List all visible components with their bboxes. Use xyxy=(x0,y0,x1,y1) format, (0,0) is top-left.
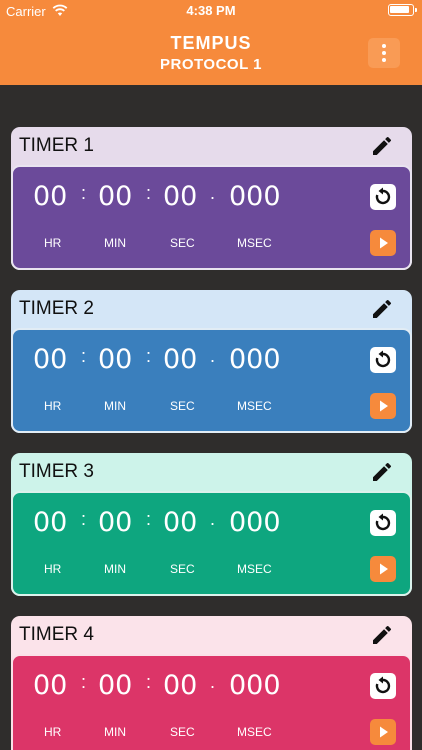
play-icon xyxy=(380,563,388,575)
minutes-value: 00 xyxy=(98,344,133,375)
reset-button[interactable] xyxy=(370,347,396,373)
hours-value: 00 xyxy=(33,507,68,538)
reset-icon xyxy=(375,187,391,205)
timer-title: TIMER 1 xyxy=(19,135,94,156)
separator: : xyxy=(81,672,87,692)
timer-face: 00 : 00 : 00 . 000 HR MIN SEC MSEC xyxy=(11,491,412,596)
timer-face: 00 : 00 : 00 . 000 HR MIN SEC MSEC xyxy=(11,328,412,433)
more-vertical-dot xyxy=(382,58,386,62)
separator: : xyxy=(81,509,87,529)
separator: . xyxy=(210,346,216,366)
hours-label: HR xyxy=(44,562,62,576)
timer-title: TIMER 2 xyxy=(19,298,94,319)
milliseconds-label: MSEC xyxy=(237,725,272,739)
more-menu-button[interactable] xyxy=(368,38,400,68)
seconds-value: 00 xyxy=(163,181,198,212)
hours-label: HR xyxy=(44,236,62,250)
timer-title: TIMER 3 xyxy=(19,461,94,482)
milliseconds-label: MSEC xyxy=(237,236,272,250)
separator: . xyxy=(210,672,216,692)
hours-value: 00 xyxy=(33,670,68,701)
reset-icon xyxy=(375,513,391,531)
play-button[interactable] xyxy=(370,719,396,745)
seconds-label: SEC xyxy=(170,236,195,250)
separator: : xyxy=(81,183,87,203)
seconds-label: SEC xyxy=(170,562,195,576)
play-icon xyxy=(380,400,388,412)
status-time: 4:38 PM xyxy=(186,3,236,18)
minutes-value: 00 xyxy=(98,507,133,538)
minutes-label: MIN xyxy=(104,562,126,576)
separator: : xyxy=(146,346,152,366)
seconds-label: SEC xyxy=(170,725,195,739)
milliseconds-value: 000 xyxy=(229,507,281,538)
separator: . xyxy=(210,509,216,529)
reset-icon xyxy=(375,350,391,368)
edit-pencil-icon[interactable] xyxy=(370,297,394,321)
status-bar: Carrier 4:38 PM xyxy=(0,0,422,22)
separator: : xyxy=(146,183,152,203)
more-vertical-dot xyxy=(382,51,386,55)
seconds-value: 00 xyxy=(163,507,198,538)
seconds-label: SEC xyxy=(170,399,195,413)
play-icon xyxy=(380,726,388,738)
more-vertical-icon xyxy=(382,44,386,48)
hours-label: HR xyxy=(44,725,62,739)
minutes-label: MIN xyxy=(104,725,126,739)
seconds-value: 00 xyxy=(163,344,198,375)
minutes-label: MIN xyxy=(104,399,126,413)
separator: . xyxy=(210,183,216,203)
timer-card-4: TIMER 4 00 : 00 : 00 . 000 HR MIN SEC MS… xyxy=(11,616,412,750)
separator: : xyxy=(81,346,87,366)
protocol-title: PROTOCOL 1 xyxy=(160,56,262,73)
reset-button[interactable] xyxy=(370,673,396,699)
reset-button[interactable] xyxy=(370,184,396,210)
reset-button[interactable] xyxy=(370,510,396,536)
timer-title: TIMER 4 xyxy=(19,624,94,645)
seconds-value: 00 xyxy=(163,670,198,701)
battery-icon xyxy=(388,4,417,16)
milliseconds-label: MSEC xyxy=(237,399,272,413)
milliseconds-value: 000 xyxy=(229,344,281,375)
separator: : xyxy=(146,672,152,692)
separator: : xyxy=(146,509,152,529)
play-button[interactable] xyxy=(370,556,396,582)
app-logo: TEMPUS xyxy=(170,33,252,53)
milliseconds-value: 000 xyxy=(229,181,281,212)
hours-value: 00 xyxy=(33,344,68,375)
hours-label: HR xyxy=(44,399,62,413)
minutes-value: 00 xyxy=(98,181,133,212)
timer-card-1: TIMER 1 00 : 00 : 00 . 000 HR MIN SEC MS… xyxy=(11,127,412,270)
hours-value: 00 xyxy=(33,181,68,212)
timer-face: 00 : 00 : 00 . 000 HR MIN SEC MSEC xyxy=(11,165,412,270)
app-header: Carrier 4:38 PM TEMPUS PROTOCOL 1 xyxy=(0,0,422,85)
edit-pencil-icon[interactable] xyxy=(370,460,394,484)
timer-face: 00 : 00 : 00 . 000 HR MIN SEC MSEC xyxy=(11,654,412,750)
reset-icon xyxy=(375,676,391,694)
edit-pencil-icon[interactable] xyxy=(370,134,394,158)
minutes-value: 00 xyxy=(98,670,133,701)
play-button[interactable] xyxy=(370,230,396,256)
minutes-label: MIN xyxy=(104,236,126,250)
edit-pencil-icon[interactable] xyxy=(370,623,394,647)
timer-card-3: TIMER 3 00 : 00 : 00 . 000 HR MIN SEC MS… xyxy=(11,453,412,596)
play-button[interactable] xyxy=(370,393,396,419)
play-icon xyxy=(380,237,388,249)
milliseconds-label: MSEC xyxy=(237,562,272,576)
milliseconds-value: 000 xyxy=(229,670,281,701)
timer-card-2: TIMER 2 00 : 00 : 00 . 000 HR MIN SEC MS… xyxy=(11,290,412,433)
